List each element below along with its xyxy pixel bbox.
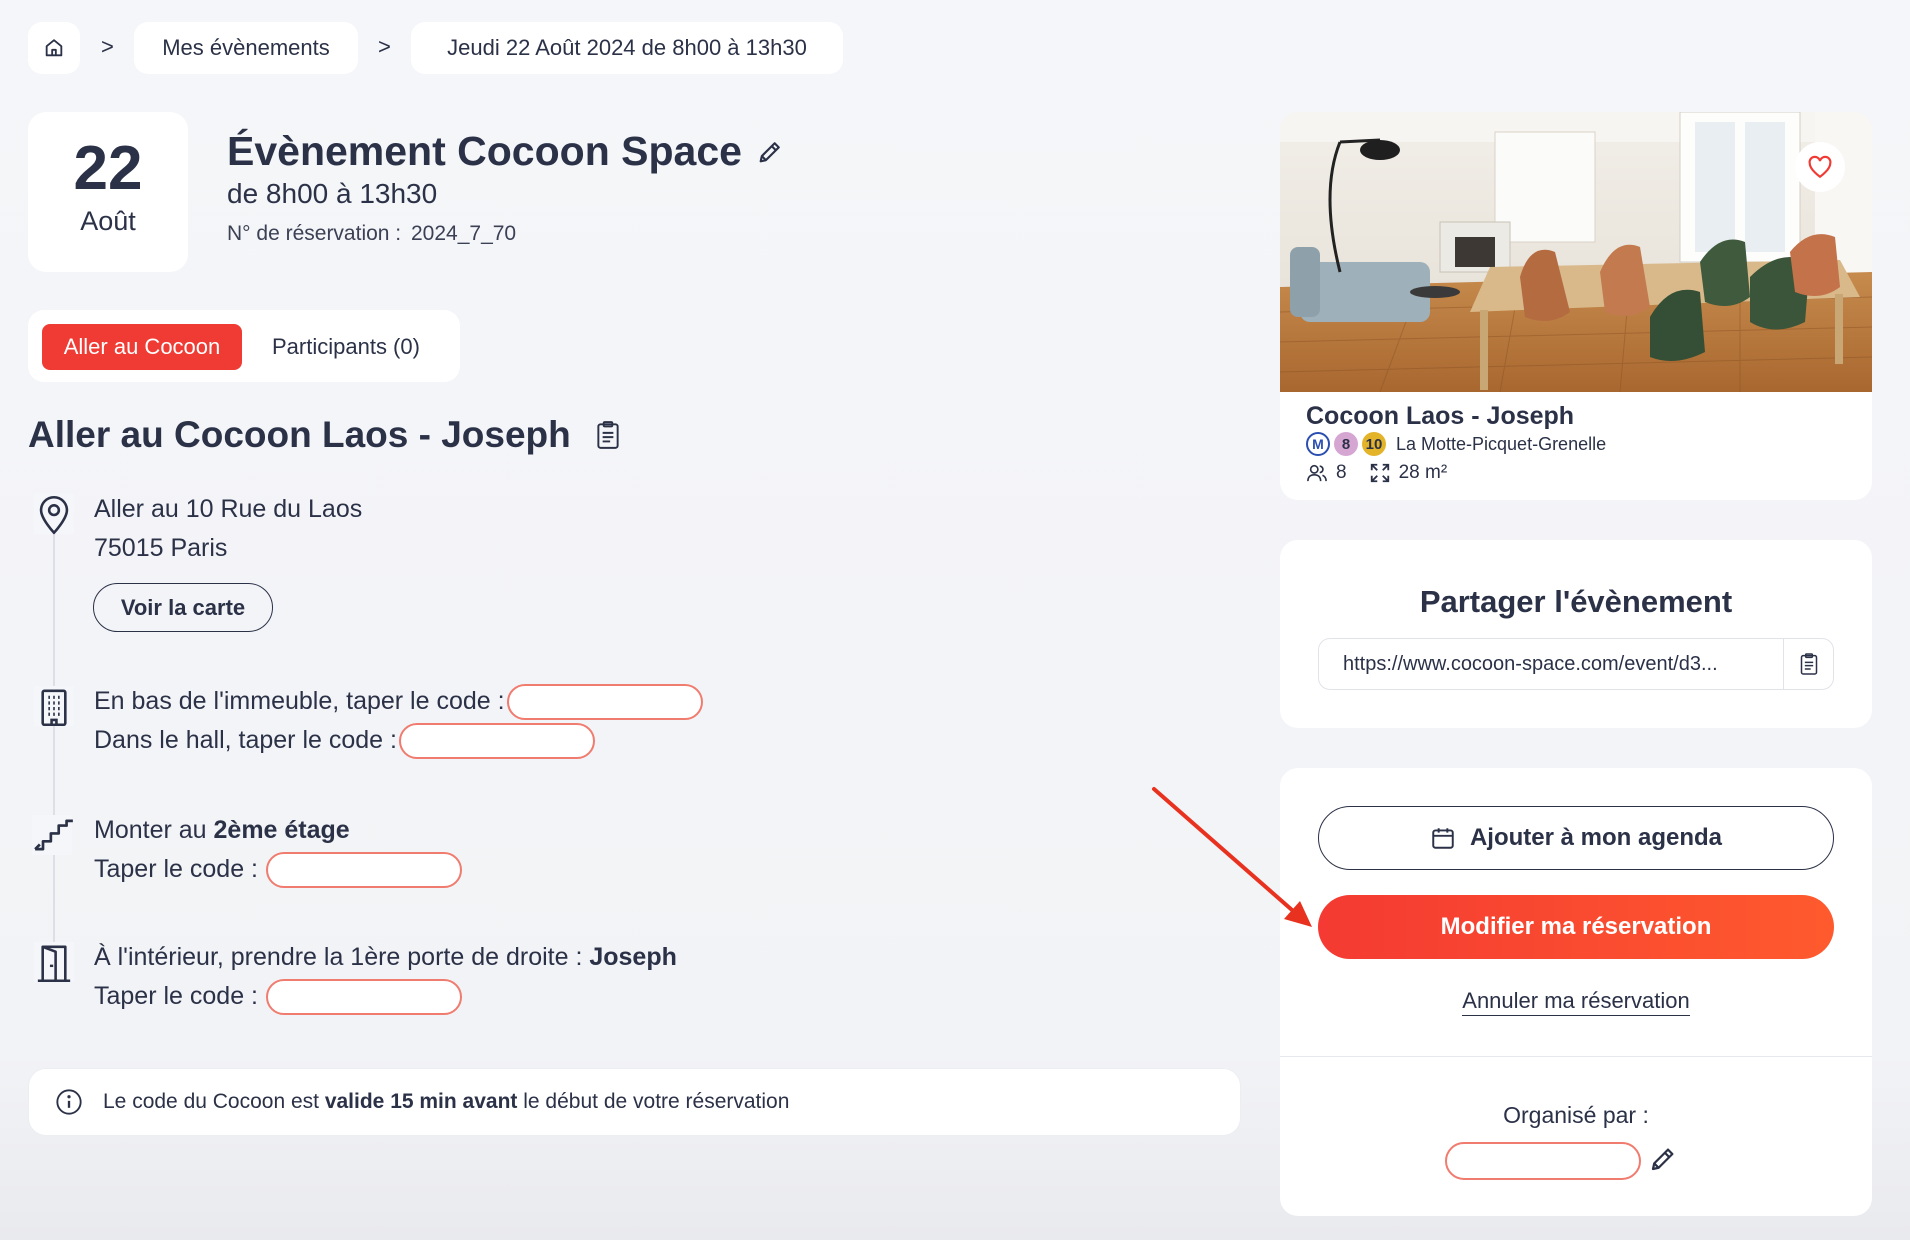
- timeline-line: [53, 535, 55, 945]
- place-card[interactable]: Cocoon Laos - Joseph M 8 10 La Motte-Pic…: [1280, 112, 1872, 500]
- pencil-icon[interactable]: [756, 138, 784, 166]
- floor-value: 2ème étage: [213, 816, 350, 844]
- location-pin-icon: [34, 494, 74, 535]
- place-meta: 8 28 m²: [1306, 462, 1447, 484]
- area: 28 m²: [1398, 462, 1448, 483]
- building-code-row: En bas de l'immeuble, taper le code :: [94, 682, 703, 721]
- floor-row: Monter au 2ème étage: [94, 811, 350, 850]
- floor-prefix: Monter au: [94, 816, 214, 844]
- floor-code-row: Taper le code :: [94, 850, 462, 889]
- favorite-button[interactable]: [1795, 142, 1845, 192]
- view-map-button[interactable]: Voir la carte: [93, 583, 273, 632]
- add-to-calendar-button[interactable]: Ajouter à mon agenda: [1318, 806, 1834, 870]
- event-title: Évènement Cocoon Space: [227, 128, 742, 174]
- people-icon: [1307, 464, 1327, 482]
- cancel-reservation-link[interactable]: Annuler ma réservation: [1280, 988, 1872, 1016]
- building-code-value: [506, 684, 703, 721]
- clipboard-icon: [1800, 653, 1817, 675]
- door-code-value: [266, 979, 462, 1016]
- home-icon: [45, 39, 63, 57]
- door-value: Joseph: [589, 943, 677, 971]
- metro-icon: M: [1306, 432, 1330, 456]
- floor-code-value: [266, 852, 462, 889]
- tab-participants[interactable]: Participants (0): [272, 324, 420, 370]
- breadcrumb-separator: >: [101, 34, 114, 59]
- info-suffix: le début de votre réservation: [517, 1090, 790, 1113]
- code-validity-info: Le code du Cocoon est valide 15 min avan…: [28, 1068, 1241, 1136]
- heart-icon: [1808, 155, 1832, 179]
- directions-title: Aller au Cocoon Laos - Joseph: [28, 414, 571, 455]
- share-url: https://www.cocoon-space.com/event/d3...: [1343, 652, 1718, 675]
- breadcrumb-my-events[interactable]: Mes évènements: [134, 22, 358, 74]
- info-prefix: Le code du Cocoon est: [103, 1090, 325, 1113]
- door-code-row: Taper le code :: [94, 977, 462, 1016]
- share-title: Partager l'évènement: [1419, 584, 1733, 619]
- hall-code-label: Dans le hall, taper le code :: [94, 726, 397, 754]
- organizer-name: [1445, 1142, 1641, 1180]
- hall-code-value: [398, 723, 595, 760]
- event-time: de 8h00 à 13h30: [227, 178, 438, 209]
- tab-bar: Aller au Cocoon Participants (0): [28, 310, 460, 382]
- clipboard-icon[interactable]: [595, 420, 621, 450]
- directions-title-row: Aller au Cocoon Laos - Joseph: [28, 414, 621, 456]
- address-line-2: 75015 Paris: [94, 534, 228, 562]
- hall-code-row: Dans le hall, taper le code :: [94, 721, 595, 760]
- breadcrumb-separator: >: [378, 34, 391, 59]
- breadcrumb-current-event[interactable]: Jeudi 22 Août 2024 de 8h00 à 13h30: [411, 22, 843, 74]
- stairs-icon: [32, 815, 73, 855]
- divider: [1280, 1056, 1872, 1057]
- door-row: À l'intérieur, prendre la 1ère porte de …: [94, 938, 677, 977]
- metro-info: M 8 10 La Motte-Picquet-Grenelle: [1306, 432, 1606, 456]
- add-to-calendar-label: Ajouter à mon agenda: [1469, 824, 1723, 851]
- place-photo: [1280, 112, 1872, 392]
- reservation-label: N° de réservation :: [227, 222, 402, 245]
- door-prefix: À l'intérieur, prendre la 1ère porte de …: [94, 943, 590, 971]
- info-text: Le code du Cocoon est valide 15 min avan…: [103, 1090, 789, 1114]
- event-month: Août: [80, 206, 136, 236]
- building-code-label: En bas de l'immeuble, taper le code :: [94, 687, 505, 715]
- event-title-row: Évènement Cocoon Space: [227, 128, 784, 175]
- reservation-number: N° de réservation : 2024_7_70: [227, 222, 516, 246]
- capacity: 8: [1336, 462, 1347, 483]
- metro-line-10: 10: [1362, 432, 1386, 456]
- info-bold: valide 15 min avant: [324, 1090, 518, 1113]
- share-url-field[interactable]: https://www.cocoon-space.com/event/d3...: [1318, 638, 1834, 690]
- share-card: Partager l'évènement https://www.cocoon-…: [1280, 540, 1872, 728]
- cancel-reservation-label: Annuler ma réservation: [1462, 988, 1690, 1016]
- annotation-arrow: [1152, 787, 1312, 927]
- organized-by-label: Organisé par :: [1503, 1102, 1649, 1128]
- address-line-1: Aller au 10 Rue du Laos: [94, 495, 363, 523]
- event-day: 22: [73, 134, 143, 203]
- actions-card: Ajouter à mon agenda Modifier ma réserva…: [1280, 768, 1872, 1216]
- metro-line-8: 8: [1334, 432, 1358, 456]
- calendar-icon: [1432, 828, 1454, 849]
- modify-reservation-button[interactable]: Modifier ma réservation: [1318, 895, 1834, 959]
- door-code-label: Taper le code :: [94, 982, 258, 1010]
- place-name: Cocoon Laos - Joseph: [1306, 402, 1575, 430]
- breadcrumb-home[interactable]: [28, 22, 80, 74]
- tab-go-to-cocoon[interactable]: Aller au Cocoon: [42, 324, 242, 370]
- pencil-icon[interactable]: [1648, 1144, 1678, 1174]
- expand-icon: [1370, 463, 1389, 483]
- door-icon: [34, 942, 74, 983]
- metro-station: La Motte-Picquet-Grenelle: [1396, 433, 1607, 454]
- info-icon: [56, 1089, 82, 1115]
- building-icon: [34, 686, 74, 727]
- copy-link-button[interactable]: [1783, 639, 1833, 689]
- metro-letter: M: [1312, 436, 1324, 452]
- floor-code-label: Taper le code :: [94, 855, 258, 883]
- reservation-value: 2024_7_70: [411, 222, 517, 245]
- event-date-box: 22 Août: [28, 112, 188, 272]
